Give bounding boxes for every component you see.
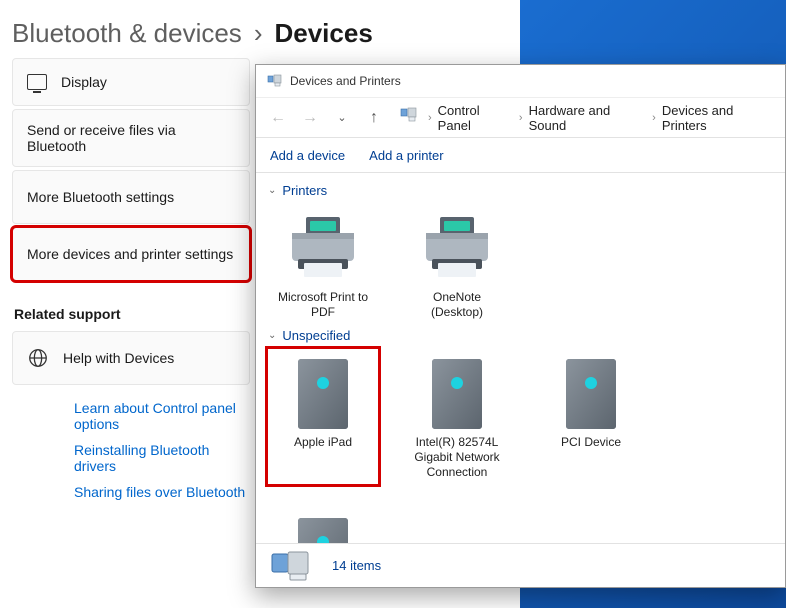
devices-printers-window: Devices and Printers ← → ⌄ ↑ › Control P… — [255, 64, 786, 588]
chevron-right-icon: › — [428, 112, 432, 124]
address-seg-hardware-sound[interactable]: Hardware and Sound› — [529, 103, 656, 133]
devices-status-icon — [270, 550, 312, 582]
breadcrumb-separator: › — [254, 18, 263, 49]
unspecified-grid: Apple iPad Intel(R) 82574L Gigabit Netwo… — [268, 349, 773, 543]
device-apple-ipad[interactable]: Apple iPad — [268, 349, 378, 484]
device-onenote-desktop[interactable]: OneNote (Desktop) — [402, 204, 512, 324]
settings-item-label: Send or receive files via Bluetooth — [27, 122, 235, 154]
nav-recent-dropdown[interactable]: ⌄ — [328, 104, 356, 132]
generic-device-icon — [417, 353, 497, 433]
related-support-heading: Related support — [12, 306, 250, 322]
device-label: Microsoft Print to PDF — [272, 290, 374, 320]
settings-item-label: Display — [61, 74, 107, 90]
settings-item-more-bluetooth[interactable]: More Bluetooth settings — [12, 170, 250, 224]
category-label: Unspecified — [282, 328, 350, 343]
chevron-down-icon: ⌄ — [268, 330, 276, 341]
address-seg-devices-printers[interactable]: Devices and Printers — [662, 103, 777, 133]
breadcrumb-parent[interactable]: Bluetooth & devices — [12, 18, 242, 49]
device-usb-root-hub[interactable]: USB Root Hub (USB 3.0) — [268, 508, 378, 543]
settings-item-send-receive-bluetooth[interactable]: Send or receive files via Bluetooth — [12, 109, 250, 167]
help-links: Learn about Control panel options Reinst… — [12, 400, 250, 500]
chevron-down-icon: ⌄ — [268, 185, 276, 196]
device-label: OneNote (Desktop) — [406, 290, 508, 320]
help-link-reinstall-bluetooth[interactable]: Reinstalling Bluetooth drivers — [74, 442, 250, 474]
help-link-sharing-bluetooth[interactable]: Sharing files over Bluetooth — [74, 484, 250, 500]
device-label: PCI Device — [561, 435, 621, 465]
device-label: Intel(R) 82574L Gigabit Network Connecti… — [406, 435, 508, 480]
generic-device-icon — [551, 353, 631, 433]
content-area: ⌄ Printers Microsoft Print to PDF — [256, 173, 785, 543]
settings-item-label: More Bluetooth settings — [27, 189, 174, 205]
category-unspecified-header[interactable]: ⌄ Unspecified — [268, 328, 773, 343]
device-intel-network[interactable]: Intel(R) 82574L Gigabit Network Connecti… — [402, 349, 512, 484]
printers-grid: Microsoft Print to PDF OneNote (Desktop) — [268, 204, 773, 324]
address-seg-control-panel[interactable]: Control Panel› — [438, 103, 523, 133]
devices-printers-icon — [266, 74, 282, 88]
nav-up-button[interactable]: ↑ — [360, 104, 388, 132]
monitor-icon — [27, 74, 47, 90]
settings-item-label: Help with Devices — [63, 350, 174, 366]
device-microsoft-print-pdf[interactable]: Microsoft Print to PDF — [268, 204, 378, 324]
nav-forward-button[interactable]: → — [296, 104, 324, 132]
breadcrumb-current: Devices — [274, 18, 372, 49]
settings-item-display[interactable]: Display — [12, 58, 250, 106]
settings-item-help-devices[interactable]: Help with Devices — [12, 331, 250, 385]
globe-icon — [27, 347, 49, 369]
device-label: Apple iPad — [294, 435, 352, 465]
address-bar[interactable]: › Control Panel› Hardware and Sound› Dev… — [428, 103, 777, 133]
address-icon — [400, 107, 418, 128]
printer-icon — [417, 208, 497, 288]
help-link-control-panel[interactable]: Learn about Control panel options — [74, 400, 250, 432]
add-printer-button[interactable]: Add a printer — [369, 148, 443, 163]
status-count: 14 items — [332, 558, 381, 573]
settings-item-label: More devices and printer settings — [27, 246, 233, 262]
nav-back-button[interactable]: ← — [264, 104, 292, 132]
settings-list: Display Send or receive files via Blueto… — [12, 58, 250, 500]
generic-device-icon — [283, 353, 363, 433]
add-device-button[interactable]: Add a device — [270, 148, 345, 163]
navbar: ← → ⌄ ↑ › Control Panel› Hardware and So… — [256, 97, 785, 137]
status-bar: 14 items — [256, 543, 785, 587]
titlebar: Devices and Printers — [256, 65, 785, 97]
generic-device-icon — [283, 512, 363, 543]
settings-item-more-devices-printers[interactable]: More devices and printer settings — [12, 227, 250, 281]
window-title: Devices and Printers — [290, 74, 401, 88]
toolbar: Add a device Add a printer — [256, 137, 785, 173]
device-pci[interactable]: PCI Device — [536, 349, 646, 484]
category-label: Printers — [282, 183, 327, 198]
breadcrumb: Bluetooth & devices › Devices — [12, 18, 373, 49]
category-printers-header[interactable]: ⌄ Printers — [268, 183, 773, 198]
printer-icon — [283, 208, 363, 288]
